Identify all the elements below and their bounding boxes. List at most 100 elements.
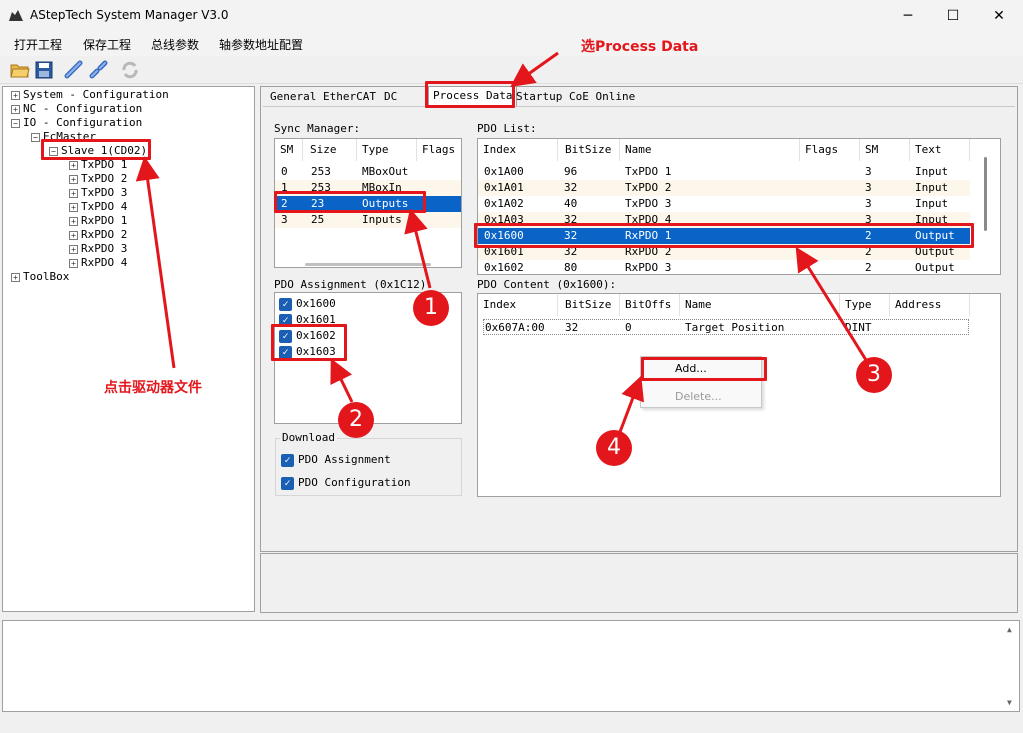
step-badge-1: 1 — [413, 290, 449, 326]
menu-save-project[interactable]: 保存工程 — [83, 36, 131, 53]
column-header[interactable]: Text — [910, 139, 970, 161]
tree-pdo-item[interactable]: + TxPDO 3 — [69, 186, 127, 200]
column-header[interactable]: Flags — [417, 139, 461, 161]
column-header[interactable]: SM — [275, 139, 303, 161]
step-badge-4: 4 — [596, 430, 632, 466]
column-header[interactable]: SM — [860, 139, 910, 161]
highlight-pdo-row — [474, 223, 974, 248]
project-tree: + System - Configuration + NC - Configurat… — [2, 86, 255, 612]
expand-icon[interactable]: + — [69, 202, 78, 212]
tree-pdo-item[interactable]: + TxPDO 1 — [69, 158, 127, 172]
vertical-scrollbar[interactable] — [972, 139, 1000, 274]
highlight-slave — [41, 139, 151, 160]
column-header[interactable]: BitSize — [560, 294, 620, 316]
column-header[interactable]: Name — [680, 294, 840, 316]
menu-bar: 打开工程 保存工程 总线参数 轴参数地址配置 — [0, 32, 1023, 56]
download-pdo-assignment[interactable]: ✓ PDO Assignment — [281, 452, 391, 468]
annotation-click-driver-file: 点击驱动器文件 — [104, 380, 202, 396]
tree-system-configuration[interactable]: + System - Configuration — [11, 88, 169, 102]
maximize-button[interactable]: ☐ — [930, 0, 976, 32]
tree-toolbox[interactable]: + ToolBox — [11, 270, 69, 284]
expand-icon[interactable]: + — [11, 104, 20, 114]
log-output-panel: ▲ ▼ — [2, 620, 1020, 712]
expand-icon[interactable]: + — [69, 216, 78, 226]
column-header[interactable]: Size — [305, 139, 357, 161]
checkbox-checked-icon[interactable]: ✓ — [281, 453, 294, 467]
collapse-icon[interactable]: − — [11, 118, 20, 128]
scroll-down-icon[interactable]: ▼ — [1007, 698, 1012, 707]
pdo-list[interactable]: Index BitSize Name Flags SM Text 0x1A00 9… — [477, 138, 1001, 275]
tree-pdo-item[interactable]: + RxPDO 2 — [69, 228, 127, 242]
table-row[interactable]: 0x607A:00 32 0 Target Position DINT — [483, 319, 969, 335]
status-panel — [260, 553, 1018, 613]
pdo-list-label: PDO List: — [477, 122, 537, 135]
expand-icon[interactable]: + — [69, 258, 78, 268]
table-row[interactable]: 3 25 Inputs — [275, 212, 461, 228]
expand-icon[interactable]: + — [11, 272, 20, 282]
column-header[interactable]: Name — [620, 139, 800, 161]
download-label: Download — [280, 431, 337, 444]
pdo-assignment-item[interactable]: ✓ 0x1600 — [279, 296, 336, 312]
menu-open-project[interactable]: 打开工程 — [14, 36, 62, 53]
pdo-assignment-label: PDO Assignment (0x1C12): — [274, 278, 433, 291]
window-title: AStepTech System Manager V3.0 — [30, 8, 229, 22]
table-row[interactable]: 0x1A01 32 TxPDO 2 3 Input — [478, 180, 970, 196]
expand-icon[interactable]: + — [69, 188, 78, 198]
tab-general[interactable]: General — [266, 88, 320, 106]
expand-icon[interactable]: + — [69, 174, 78, 184]
sync-manager-label: Sync Manager: — [274, 122, 361, 135]
status-bar — [0, 715, 1023, 733]
tab-startup[interactable]: Startup — [512, 88, 566, 106]
save-icon[interactable] — [34, 60, 54, 80]
tree-io-configuration[interactable]: − IO - Configuration — [11, 116, 142, 130]
table-row[interactable]: 0 253 MBoxOut — [275, 164, 461, 180]
step-badge-2: 2 — [338, 402, 374, 438]
annotation-select-process-data: 选Process Data — [581, 39, 699, 55]
column-header[interactable]: Address — [890, 294, 970, 316]
tree-pdo-item[interactable]: + RxPDO 1 — [69, 214, 127, 228]
minimize-button[interactable]: ─ — [885, 0, 931, 32]
highlight-assignments — [271, 324, 347, 361]
menu-bus-params[interactable]: 总线参数 — [151, 36, 199, 53]
vertical-scrollbar[interactable]: ▲ ▼ — [1003, 621, 1019, 711]
expand-icon[interactable]: + — [11, 90, 20, 100]
scrollbar-thumb[interactable] — [984, 157, 987, 231]
tree-pdo-item[interactable]: + TxPDO 2 — [69, 172, 127, 186]
column-header[interactable]: Index — [478, 294, 558, 316]
column-header[interactable]: Type — [840, 294, 890, 316]
expand-icon[interactable]: + — [69, 244, 78, 254]
expand-icon[interactable]: + — [69, 230, 78, 240]
tab-coe-online[interactable]: CoE Online — [565, 88, 639, 106]
scroll-up-icon[interactable]: ▲ — [1007, 625, 1012, 634]
checkbox-checked-icon[interactable]: ✓ — [279, 297, 292, 311]
tree-pdo-item[interactable]: + TxPDO 4 — [69, 200, 127, 214]
expand-icon[interactable]: + — [69, 160, 78, 170]
download-pdo-configuration[interactable]: ✓ PDO Configuration — [281, 475, 411, 491]
checkbox-checked-icon[interactable]: ✓ — [281, 476, 294, 490]
table-row[interactable]: 0x1602 80 RxPDO 3 2 Output — [478, 260, 970, 274]
highlight-add-item — [641, 357, 767, 381]
tab-ethercat[interactable]: EtherCAT — [319, 88, 380, 106]
column-header[interactable]: Flags — [800, 139, 860, 161]
refresh-icon[interactable] — [120, 60, 140, 80]
column-header[interactable]: BitOffs — [620, 294, 680, 316]
close-button[interactable]: ✕ — [976, 0, 1022, 32]
table-row[interactable]: 0x1A02 40 TxPDO 3 3 Input — [478, 196, 970, 212]
tree-pdo-item[interactable]: + RxPDO 4 — [69, 256, 127, 270]
tree-pdo-item[interactable]: + RxPDO 3 — [69, 242, 127, 256]
menu-axis-address-config[interactable]: 轴参数地址配置 — [219, 36, 303, 53]
connect-icon[interactable] — [64, 60, 84, 80]
horizontal-scrollbar[interactable] — [305, 263, 431, 266]
column-header[interactable]: Index — [478, 139, 558, 161]
disconnect-icon[interactable] — [89, 60, 109, 80]
open-folder-icon[interactable] — [10, 60, 30, 80]
delete-menu-item[interactable]: Delete... — [675, 390, 722, 403]
collapse-icon[interactable]: − — [31, 132, 40, 142]
toolbar — [0, 56, 1023, 84]
table-row[interactable]: 0x1A00 96 TxPDO 1 3 Input — [478, 164, 970, 180]
tab-dc[interactable]: DC — [380, 88, 401, 106]
tree-nc-configuration[interactable]: + NC - Configuration — [11, 102, 142, 116]
column-header[interactable]: BitSize — [560, 139, 620, 161]
highlight-outputs-row — [274, 191, 426, 213]
column-header[interactable]: Type — [357, 139, 417, 161]
